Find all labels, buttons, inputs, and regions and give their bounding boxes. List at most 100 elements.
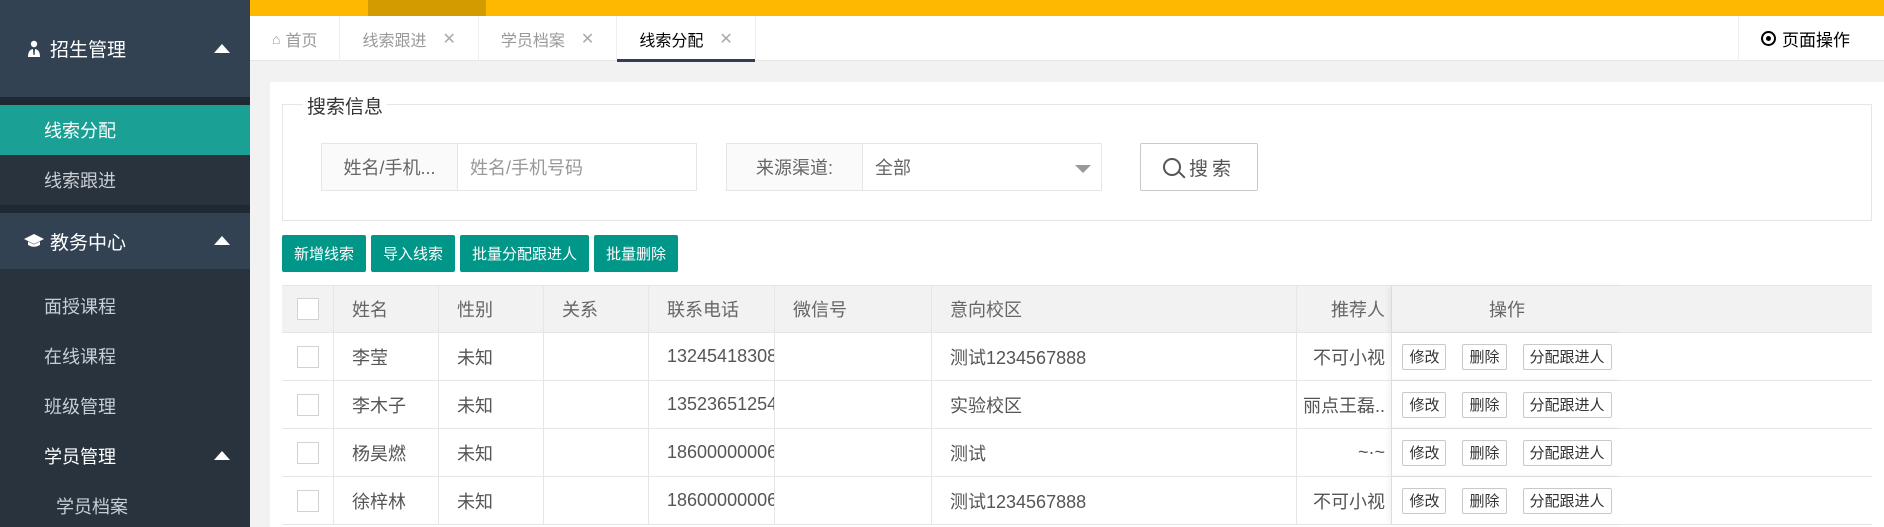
delete-button[interactable]: 删除 — [1462, 343, 1507, 370]
cell-relation — [544, 333, 649, 380]
row-checkbox[interactable] — [296, 393, 319, 416]
cell-phone: 18600000006 — [649, 477, 775, 524]
source-field-label: 来源渠道: — [727, 144, 863, 190]
delete-button[interactable]: 删除 — [1462, 391, 1507, 418]
cell-name: 李木子 — [334, 381, 439, 428]
col-wechat: 微信号 — [775, 286, 932, 332]
cell-operations: 修改 删除 分配跟进人 — [1392, 429, 1622, 476]
cell-relation — [544, 477, 649, 524]
table-row: 杨昊燃 未知 18600000006 测试 ~·~ 修改 删除 分配跟进人 — [282, 429, 1872, 477]
row-checkbox[interactable] — [296, 441, 319, 464]
source-channel-field: 来源渠道: 全部 — [726, 143, 1102, 191]
edit-button[interactable]: 修改 — [1402, 343, 1447, 370]
tab-student-files[interactable]: 学员档案 ✕ — [479, 16, 618, 61]
edit-button[interactable]: 修改 — [1402, 391, 1447, 418]
table-header: 姓名 性别 关系 联系电话 微信号 意向校区 推荐人 操作 — [282, 285, 1872, 333]
close-icon[interactable]: ✕ — [443, 29, 456, 49]
sidebar: 招生管理 线索分配 线索跟进 教务中心 面授课程 在线课程 班级管理 学员管理 … — [0, 0, 250, 527]
row-select-cell — [282, 477, 334, 524]
home-icon: ⌂ — [272, 30, 281, 47]
cell-wechat — [775, 381, 932, 428]
delete-button[interactable]: 删除 — [1462, 487, 1507, 514]
clue-table: 姓名 性别 关系 联系电话 微信号 意向校区 推荐人 操作 李莹 未知 1324… — [282, 285, 1872, 525]
cell-campus: 测试 — [932, 429, 1297, 476]
cell-gender: 未知 — [439, 429, 544, 476]
assign-follower-button[interactable]: 分配跟进人 — [1522, 439, 1612, 466]
search-icon — [1162, 158, 1181, 176]
cell-name: 杨昊燃 — [334, 429, 439, 476]
close-icon[interactable]: ✕ — [581, 29, 594, 49]
top-bar — [250, 0, 1884, 16]
sidebar-group-label: 教务中心 — [50, 232, 127, 254]
target-icon — [1761, 31, 1776, 46]
cell-referrer: 不可小视 — [1297, 477, 1392, 524]
cell-phone: 13523651254 — [649, 381, 775, 428]
user-tie-icon — [24, 40, 44, 58]
row-checkbox[interactable] — [296, 489, 319, 512]
tab-clue-assign[interactable]: 线索分配 ✕ — [617, 16, 756, 62]
batch-delete-button[interactable]: 批量删除 — [594, 235, 679, 272]
col-relation: 关系 — [544, 286, 649, 332]
cell-campus: 实验校区 — [932, 381, 1297, 428]
col-referrer: 推荐人 — [1297, 286, 1392, 332]
cell-referrer: 不可小视 — [1297, 333, 1392, 380]
tab-bar: ⌂ 首页 线索跟进 ✕ 学员档案 ✕ 线索分配 ✕ 页面操作 — [250, 16, 1884, 62]
cell-gender: 未知 — [439, 477, 544, 524]
cell-relation — [544, 429, 649, 476]
content-card: 搜索信息 姓名/手机... 姓名/手机号码 来源渠道: 全部 搜索 新增线索 导… — [270, 82, 1884, 527]
source-channel-select[interactable]: 全部 — [863, 144, 1101, 190]
cell-campus: 测试1234567888 — [932, 333, 1297, 380]
table-row: 李莹 未知 13245418308 测试1234567888 不可小视 修改 删… — [282, 333, 1872, 381]
name-field-label: 姓名/手机... — [322, 144, 458, 190]
col-operations: 操作 — [1392, 286, 1622, 332]
col-gender: 性别 — [439, 286, 544, 332]
delete-button[interactable]: 删除 — [1462, 439, 1507, 466]
sidebar-group-education[interactable]: 教务中心 — [0, 213, 250, 269]
select-all-cell — [282, 286, 334, 332]
search-button[interactable]: 搜索 — [1140, 143, 1258, 191]
tab-home[interactable]: ⌂ 首页 — [250, 16, 341, 61]
caret-up-icon — [214, 43, 230, 53]
cell-relation — [544, 381, 649, 428]
col-name: 姓名 — [334, 286, 439, 332]
assign-follower-button[interactable]: 分配跟进人 — [1522, 391, 1612, 418]
add-clue-button[interactable]: 新增线索 — [282, 235, 367, 272]
name-search-input[interactable]: 姓名/手机号码 — [458, 144, 583, 190]
sidebar-item-class-manage[interactable]: 班级管理 — [0, 381, 250, 431]
sidebar-item-offline-course[interactable]: 面授课程 — [0, 281, 250, 331]
cell-operations: 修改 删除 分配跟进人 — [1392, 477, 1622, 524]
sidebar-item-student-files[interactable]: 学员档案 — [0, 481, 250, 527]
page-operations-menu[interactable]: 页面操作 — [1738, 16, 1884, 61]
cell-operations: 修改 删除 分配跟进人 — [1392, 381, 1622, 428]
sidebar-group-label: 招生管理 — [50, 40, 127, 61]
search-legend: 搜索信息 — [303, 92, 388, 119]
sidebar-item-online-course[interactable]: 在线课程 — [0, 331, 250, 381]
cell-wechat — [775, 333, 932, 380]
cell-referrer: 丽点王磊.. — [1297, 381, 1392, 428]
cell-phone: 18600000006 — [649, 429, 775, 476]
edit-button[interactable]: 修改 — [1402, 487, 1447, 514]
batch-assign-button[interactable]: 批量分配跟进人 — [460, 235, 590, 272]
assign-follower-button[interactable]: 分配跟进人 — [1522, 487, 1612, 514]
sidebar-item-student-manage[interactable]: 学员管理 — [0, 431, 250, 481]
tab-clue-follow[interactable]: 线索跟进 ✕ — [340, 16, 479, 61]
sidebar-item-clue-follow[interactable]: 线索跟进 — [0, 155, 250, 205]
cell-gender: 未知 — [439, 381, 544, 428]
search-panel: 搜索信息 姓名/手机... 姓名/手机号码 来源渠道: 全部 搜索 — [282, 92, 1872, 221]
row-checkbox[interactable] — [296, 345, 319, 368]
close-icon[interactable]: ✕ — [719, 29, 732, 49]
import-clue-button[interactable]: 导入线索 — [371, 235, 456, 272]
table-row: 徐梓林 未知 18600000006 测试1234567888 不可小视 修改 … — [282, 477, 1872, 525]
col-campus: 意向校区 — [932, 286, 1297, 332]
assign-follower-button[interactable]: 分配跟进人 — [1522, 343, 1612, 370]
cell-phone: 13245418308 — [649, 333, 775, 380]
sidebar-group-enrollment[interactable]: 招生管理 — [0, 0, 250, 97]
cell-wechat — [775, 477, 932, 524]
table-row: 李木子 未知 13523651254 实验校区 丽点王磊.. 修改 删除 分配跟… — [282, 381, 1872, 429]
edit-button[interactable]: 修改 — [1402, 439, 1447, 466]
sidebar-item-clue-assign[interactable]: 线索分配 — [0, 105, 250, 155]
cell-referrer: ~·~ — [1297, 429, 1392, 476]
col-phone: 联系电话 — [649, 286, 775, 332]
select-all-checkbox[interactable] — [296, 298, 319, 320]
graduation-cap-icon — [24, 233, 44, 249]
